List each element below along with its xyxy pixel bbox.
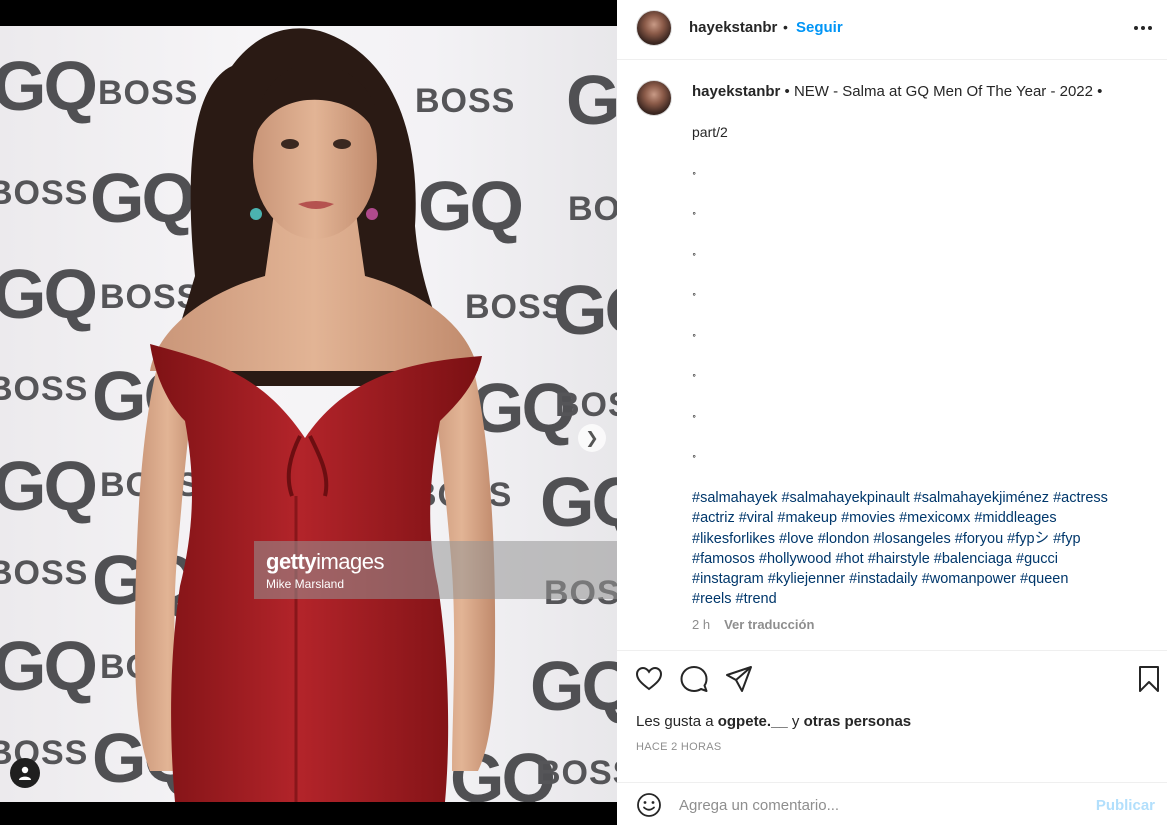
follow-button[interactable]: Seguir <box>796 19 843 36</box>
chevron-right-icon: ❯ <box>585 430 599 447</box>
instagram-post-modal: BOSS BOSS GQ GQ BOSS GQ GQ BOSS GQ BOSS … <box>0 0 1167 825</box>
author-avatar[interactable] <box>636 10 672 46</box>
bookmark-icon[interactable] <box>1135 665 1163 693</box>
caption-part: part/2 <box>692 124 728 140</box>
emoji-icon[interactable] <box>636 792 662 818</box>
hashtag-line[interactable]: #instagram #kyliejenner #instadaily #wom… <box>692 569 1152 589</box>
getty-brand: gettyimages <box>266 549 384 574</box>
caption-first-line: hayekstanbr • NEW - Salma at GQ Men Of T… <box>692 83 1102 100</box>
share-icon[interactable] <box>725 665 753 693</box>
hashtag-line[interactable]: #likesforlikes #love #london #losangeles… <box>692 529 1152 549</box>
comment-box: Publicar <box>617 782 1167 825</box>
hashtag-line[interactable]: #reels #trend <box>692 589 1152 609</box>
hashtag-line[interactable]: #salmahayek #salmahayekpinault #salmahay… <box>692 488 1152 508</box>
post-caption: hayekstanbr • NEW - Salma at GQ Men Of T… <box>617 62 1167 650</box>
more-options-button[interactable] <box>1131 16 1155 40</box>
likes-middle: y <box>787 713 804 730</box>
hashtag-line[interactable]: #actriz #viral #makeup #movies #mexicoмх… <box>692 508 1152 528</box>
person-in-red-dress-illustration <box>135 28 496 802</box>
getty-images-watermark: gettyimages Mike Marsland <box>254 541 617 599</box>
publish-button[interactable]: Publicar <box>1096 797 1155 814</box>
post-photo[interactable]: BOSS BOSS GQ GQ BOSS GQ GQ BOSS GQ BOSS … <box>0 26 617 802</box>
caption-avatar[interactable] <box>636 80 672 116</box>
comment-icon[interactable] <box>680 665 708 693</box>
post-side-panel: hayekstanbr • Seguir hayekstanbr • NEW -… <box>617 0 1167 825</box>
caption-spacer: ˳ <box>692 322 697 337</box>
caption-spacer: ˳ <box>692 362 697 377</box>
photo-credit: Mike Marsland <box>266 577 345 591</box>
caption-spacer: ˳ <box>692 241 697 256</box>
likes-prefix: Les gusta a <box>636 713 718 730</box>
caption-text: • NEW - Salma at GQ Men Of The Year - 20… <box>780 83 1103 100</box>
heart-icon[interactable] <box>635 665 663 693</box>
hashtag-line[interactable]: #famosos #hollywood #hot #hairstyle #bal… <box>692 549 1152 569</box>
post-actions <box>617 650 1167 706</box>
caption-spacer: ˳ <box>692 443 697 458</box>
liker-username[interactable]: ogpete.__ <box>718 713 788 730</box>
comment-input[interactable] <box>679 792 1079 818</box>
header-separator: • <box>783 19 788 35</box>
likes-others-link[interactable]: otras personas <box>804 713 912 730</box>
tagged-users-button[interactable] <box>10 758 40 788</box>
caption-hashtags: #salmahayek #salmahayekpinault #salmahay… <box>692 488 1152 610</box>
caption-spacer: ˳ <box>692 160 697 175</box>
caption-spacer: ˳ <box>692 200 697 215</box>
post-timestamp[interactable]: HACE 2 HORAS <box>636 741 722 753</box>
more-horizontal-icon <box>1134 26 1152 30</box>
caption-meta: 2 h Ver traducción <box>692 617 814 632</box>
caption-time: 2 h <box>692 617 711 632</box>
caption-username[interactable]: hayekstanbr <box>692 83 780 100</box>
carousel-next-button[interactable]: ❯ <box>578 424 606 452</box>
caption-spacer: ˳ <box>692 281 697 296</box>
post-header: hayekstanbr • Seguir <box>617 0 1167 60</box>
author-username[interactable]: hayekstanbr <box>689 19 777 36</box>
post-media-panel: BOSS BOSS GQ GQ BOSS GQ GQ BOSS GQ BOSS … <box>0 0 617 825</box>
see-translation-link[interactable]: Ver traducción <box>724 617 814 632</box>
likes-summary: Les gusta a ogpete.__ y otras personas <box>636 713 911 730</box>
user-icon <box>19 766 31 780</box>
caption-spacer: ˳ <box>692 403 697 418</box>
